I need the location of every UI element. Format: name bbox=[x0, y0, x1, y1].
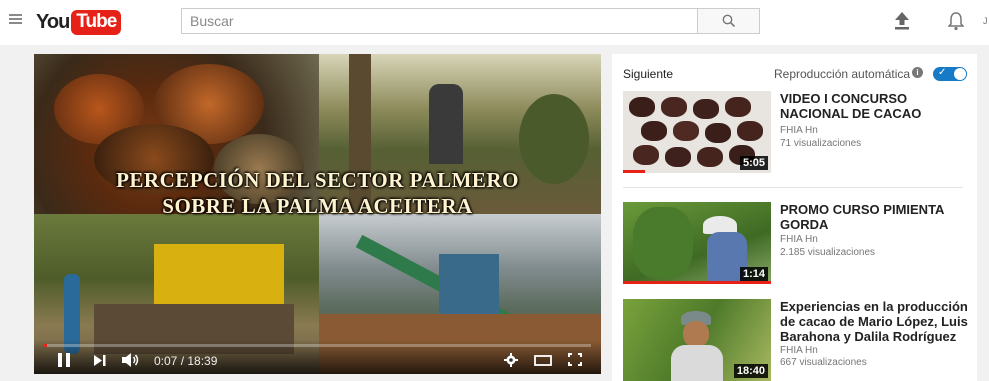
search-box bbox=[181, 8, 698, 34]
video-thumbnail[interactable]: 5:05 bbox=[623, 91, 771, 173]
video-duration: 1:14 bbox=[739, 267, 768, 281]
section-divider bbox=[623, 187, 963, 188]
info-icon[interactable]: i bbox=[912, 67, 923, 78]
player-controls: 0:07 / 18:39 bbox=[34, 340, 601, 374]
video-views: 667 visualizaciones bbox=[780, 357, 867, 368]
autoplay-label: Reproducción automática bbox=[774, 67, 911, 81]
logo-you-text: You bbox=[36, 10, 70, 33]
watched-progress bbox=[623, 170, 646, 173]
fullscreen-icon[interactable] bbox=[568, 353, 582, 366]
watched-progress bbox=[623, 281, 771, 284]
pause-icon[interactable] bbox=[58, 353, 70, 367]
account-initial[interactable]: J bbox=[983, 16, 988, 26]
video-views: 71 visualizaciones bbox=[780, 138, 862, 149]
volume-icon[interactable] bbox=[122, 353, 140, 367]
video-channel[interactable]: FHIA Hn bbox=[780, 125, 818, 136]
recommended-video[interactable]: 5:05 VIDEO I CONCURSO NACIONAL DE CACAO … bbox=[623, 91, 973, 179]
video-player[interactable]: PERCEPCIÓN DEL SECTOR PALMERO SOBRE LA P… bbox=[34, 54, 601, 374]
search-button[interactable] bbox=[698, 8, 760, 34]
video-title[interactable]: Experiencias en la producción de cacao d… bbox=[780, 299, 968, 344]
gear-icon[interactable] bbox=[504, 353, 518, 367]
overlay-title-line2: SOBRE LA PALMA ACEITERA bbox=[162, 194, 473, 218]
video-title[interactable]: PROMO CURSO PIMIENTA GORDA bbox=[780, 202, 968, 232]
video-duration: 18:40 bbox=[733, 364, 768, 378]
video-views: 2.185 visualizaciones bbox=[780, 247, 876, 258]
next-icon[interactable] bbox=[94, 355, 106, 366]
recommended-video[interactable]: 18:40 Experiencias en la producción de c… bbox=[623, 299, 973, 381]
youtube-logo[interactable]: You Tube bbox=[36, 8, 122, 36]
progress-bar[interactable] bbox=[44, 344, 591, 347]
up-next-heading: Siguiente bbox=[623, 67, 674, 81]
upload-icon[interactable] bbox=[895, 12, 909, 30]
autoplay-toggle[interactable]: ✓ bbox=[933, 67, 967, 81]
video-duration: 5:05 bbox=[739, 156, 768, 170]
theater-mode-icon[interactable] bbox=[534, 355, 552, 366]
recommended-video[interactable]: 1:14 PROMO CURSO PIMIENTA GORDA FHIA Hn … bbox=[623, 202, 973, 287]
video-channel[interactable]: FHIA Hn bbox=[780, 234, 818, 245]
bell-icon[interactable] bbox=[948, 11, 964, 31]
toggle-knob bbox=[954, 68, 966, 80]
video-title[interactable]: VIDEO I CONCURSO NACIONAL DE CACAO bbox=[780, 91, 968, 121]
check-icon: ✓ bbox=[938, 67, 947, 78]
video-thumbnail[interactable]: 1:14 bbox=[623, 202, 771, 284]
hamburger-menu-icon[interactable] bbox=[9, 14, 22, 24]
time-display: 0:07 / 18:39 bbox=[154, 354, 218, 368]
up-next-sidebar: Siguiente Reproducción automática i ✓ 5:… bbox=[612, 54, 977, 381]
video-channel[interactable]: FHIA Hn bbox=[780, 345, 818, 356]
video-overlay-title: PERCEPCIÓN DEL SECTOR PALMERO SOBRE LA P… bbox=[34, 167, 601, 219]
search-input[interactable] bbox=[182, 9, 680, 33]
masthead: You Tube J bbox=[0, 0, 989, 45]
overlay-title-line1: PERCEPCIÓN DEL SECTOR PALMERO bbox=[116, 168, 519, 192]
progress-fill bbox=[44, 344, 48, 347]
logo-tube-text: Tube bbox=[71, 9, 122, 35]
video-thumbnail[interactable]: 18:40 bbox=[623, 299, 771, 381]
search-icon bbox=[722, 14, 735, 28]
